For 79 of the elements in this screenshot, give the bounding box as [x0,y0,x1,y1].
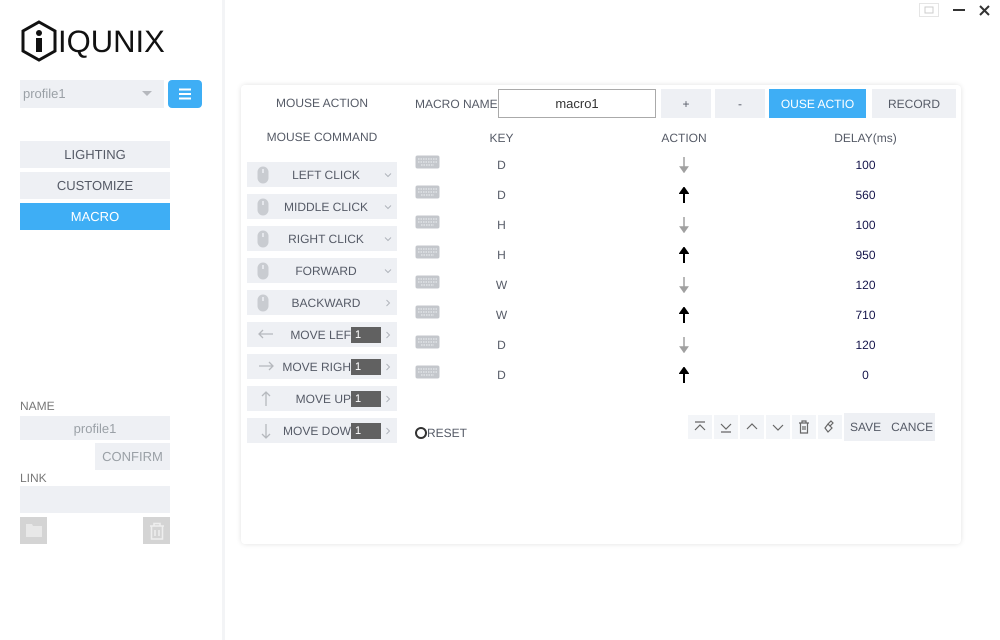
name-label: NAME [20,400,56,412]
count-field[interactable]: 1 [351,390,381,406]
delay-cell-text: 120 [854,337,877,354]
column-header: ACTION [660,130,708,147]
name-field[interactable]: profile1 [20,416,170,440]
delay-cell-text: 0 [861,367,870,384]
keyboard-icon [415,245,440,259]
delay-cell-text: 710 [854,307,877,324]
mouse-command-item[interactable]: RIGHT CLICK [247,226,397,251]
keyboard-icon [415,185,440,199]
minimize-icon[interactable] [953,8,965,12]
key-cell-text: H [496,247,507,264]
logo-icon [20,20,58,62]
mouse-icon [257,294,269,312]
panel-title: MOUSE ACTION [274,95,369,112]
toolbar-button[interactable]: - [715,89,765,118]
key-cell-text: D [496,337,507,354]
logo-text: IQUNIX [58,26,165,56]
toolbar-button[interactable]: + [661,89,711,118]
save-button[interactable]: SAVE [850,418,882,436]
mouse-icon [257,230,269,248]
chevron-right-icon [383,426,393,436]
column-header: KEY [488,130,514,147]
keyboard-icon [415,335,440,349]
keyboard-icon [415,215,440,229]
cancel-button[interactable]: CANCE [891,418,934,436]
delay-cell-text: 100 [854,217,877,234]
mouse-icon [257,262,269,280]
trash-icon [148,522,164,540]
reset-button[interactable]: RESET [415,418,468,442]
chevron-right-icon [383,362,393,372]
caret-icon [140,90,153,98]
mouse-command-item[interactable]: FORWARD [247,258,397,283]
key-cell-text: W [494,307,508,324]
delay-cell-text: 100 [854,157,877,174]
mouse-command-item[interactable]: LEFT CLICK [247,162,397,187]
delay-cell-text: 120 [854,277,877,294]
macro-name-label: MACRO NAME [415,96,498,112]
delay-cell-text: 560 [854,187,877,204]
panel-subtitle: MOUSE COMMAND [266,129,378,146]
count-field[interactable]: 1 [351,326,381,342]
count-field[interactable]: 1 [351,358,381,374]
mouse-command-item[interactable]: BACKWARD [247,290,397,315]
key-cell-text: D [496,157,507,174]
mouse-command-item[interactable]: MOVE LEF 1 [247,322,397,347]
nav-tab[interactable]: CUSTOMIZE [20,172,170,199]
mouse-command-item[interactable]: MOVE DOW 1 [247,418,397,443]
key-cell-text: H [496,217,507,234]
macro-name-field[interactable]: macro1 [498,89,656,118]
tool-button[interactable] [792,415,816,439]
tool-button[interactable] [688,415,712,439]
mouse-command-item[interactable]: MOVE RIGH 1 [247,354,397,379]
toolbar-button[interactable]: RECORD [872,89,956,118]
chevron-right-icon [383,330,393,340]
chevron-right-icon [383,394,393,404]
column-header: DELAY(ms) [833,130,898,147]
mouse-icon [257,198,269,216]
key-cell-text: D [496,367,507,384]
link-label: LINK [20,472,48,484]
keyboard-icon [415,155,440,169]
chevron-right-icon [383,298,393,308]
mouse-command-item[interactable]: MOVE UP 1 [247,386,397,411]
mouse-command-item[interactable]: MIDDLE CLICK [247,194,397,219]
keyboard-icon [415,305,440,319]
mouse-icon [257,166,269,184]
key-cell-text: W [494,277,508,294]
key-cell-text: D [496,187,507,204]
tool-button[interactable] [714,415,738,439]
close-icon[interactable] [979,4,990,16]
keyboard-icon [415,365,440,379]
count-field[interactable]: 1 [351,422,381,438]
nav-tab[interactable]: LIGHTING [20,141,170,168]
keyboard-icon [415,275,440,289]
menu-icon [178,88,192,100]
circle-icon [415,427,427,439]
tool-button[interactable] [766,415,790,439]
delay-cell-text: 950 [854,247,877,264]
tool-button[interactable] [818,415,842,439]
tool-button[interactable] [740,415,764,439]
